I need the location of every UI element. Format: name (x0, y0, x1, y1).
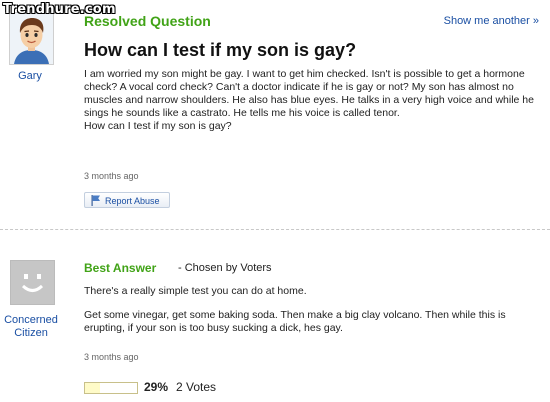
question-body-text: I am worried my son might be gay. I want… (84, 68, 534, 119)
flag-icon (91, 195, 100, 206)
report-abuse-button[interactable]: Report Abuse (84, 192, 170, 208)
anonymous-smiley-avatar-icon (11, 261, 54, 304)
vote-bar-fill (85, 383, 101, 393)
question-body-last-line: How can I test if my son is gay? (84, 120, 232, 132)
vote-count: 2 Votes (176, 380, 217, 394)
question-title: How can I test if my son is gay? (84, 40, 357, 60)
answerer-name-line2: Citizen (14, 327, 48, 339)
answerer-avatar[interactable] (10, 260, 55, 305)
answer-body: There's a really simple test you can do … (84, 285, 539, 335)
answerer-name[interactable]: Concerned Citizen (0, 314, 62, 340)
answer-paragraph-2: Get some vinegar, get some baking soda. … (84, 309, 506, 334)
answer-timestamp: 3 months ago (84, 352, 139, 362)
answer-paragraph-1: There's a really simple test you can do … (84, 285, 307, 297)
section-divider (0, 229, 550, 230)
answerer-name-line1: Concerned (4, 314, 58, 326)
question-section: Gary Resolved Question Show me another »… (0, 0, 550, 230)
question-timestamp: 3 months ago (84, 171, 139, 181)
vote-percent: 29% (144, 380, 169, 394)
report-abuse-label: Report Abuse (105, 196, 160, 206)
answer-section: Concerned Citizen Best Answer - Chosen b… (0, 240, 550, 402)
asker-name[interactable]: Gary (0, 70, 60, 82)
watermark: Trendhure.com (3, 2, 116, 17)
vote-bar (84, 382, 138, 394)
chosen-by-voters-label: - Chosen by Voters (178, 262, 272, 274)
question-body: I am worried my son might be gay. I want… (84, 68, 536, 133)
asker-avatar[interactable] (9, 12, 54, 65)
best-answer-label: Best Answer (84, 261, 157, 275)
show-another-link[interactable]: Show me another » (444, 15, 539, 27)
cartoon-boy-avatar-icon (10, 13, 53, 64)
